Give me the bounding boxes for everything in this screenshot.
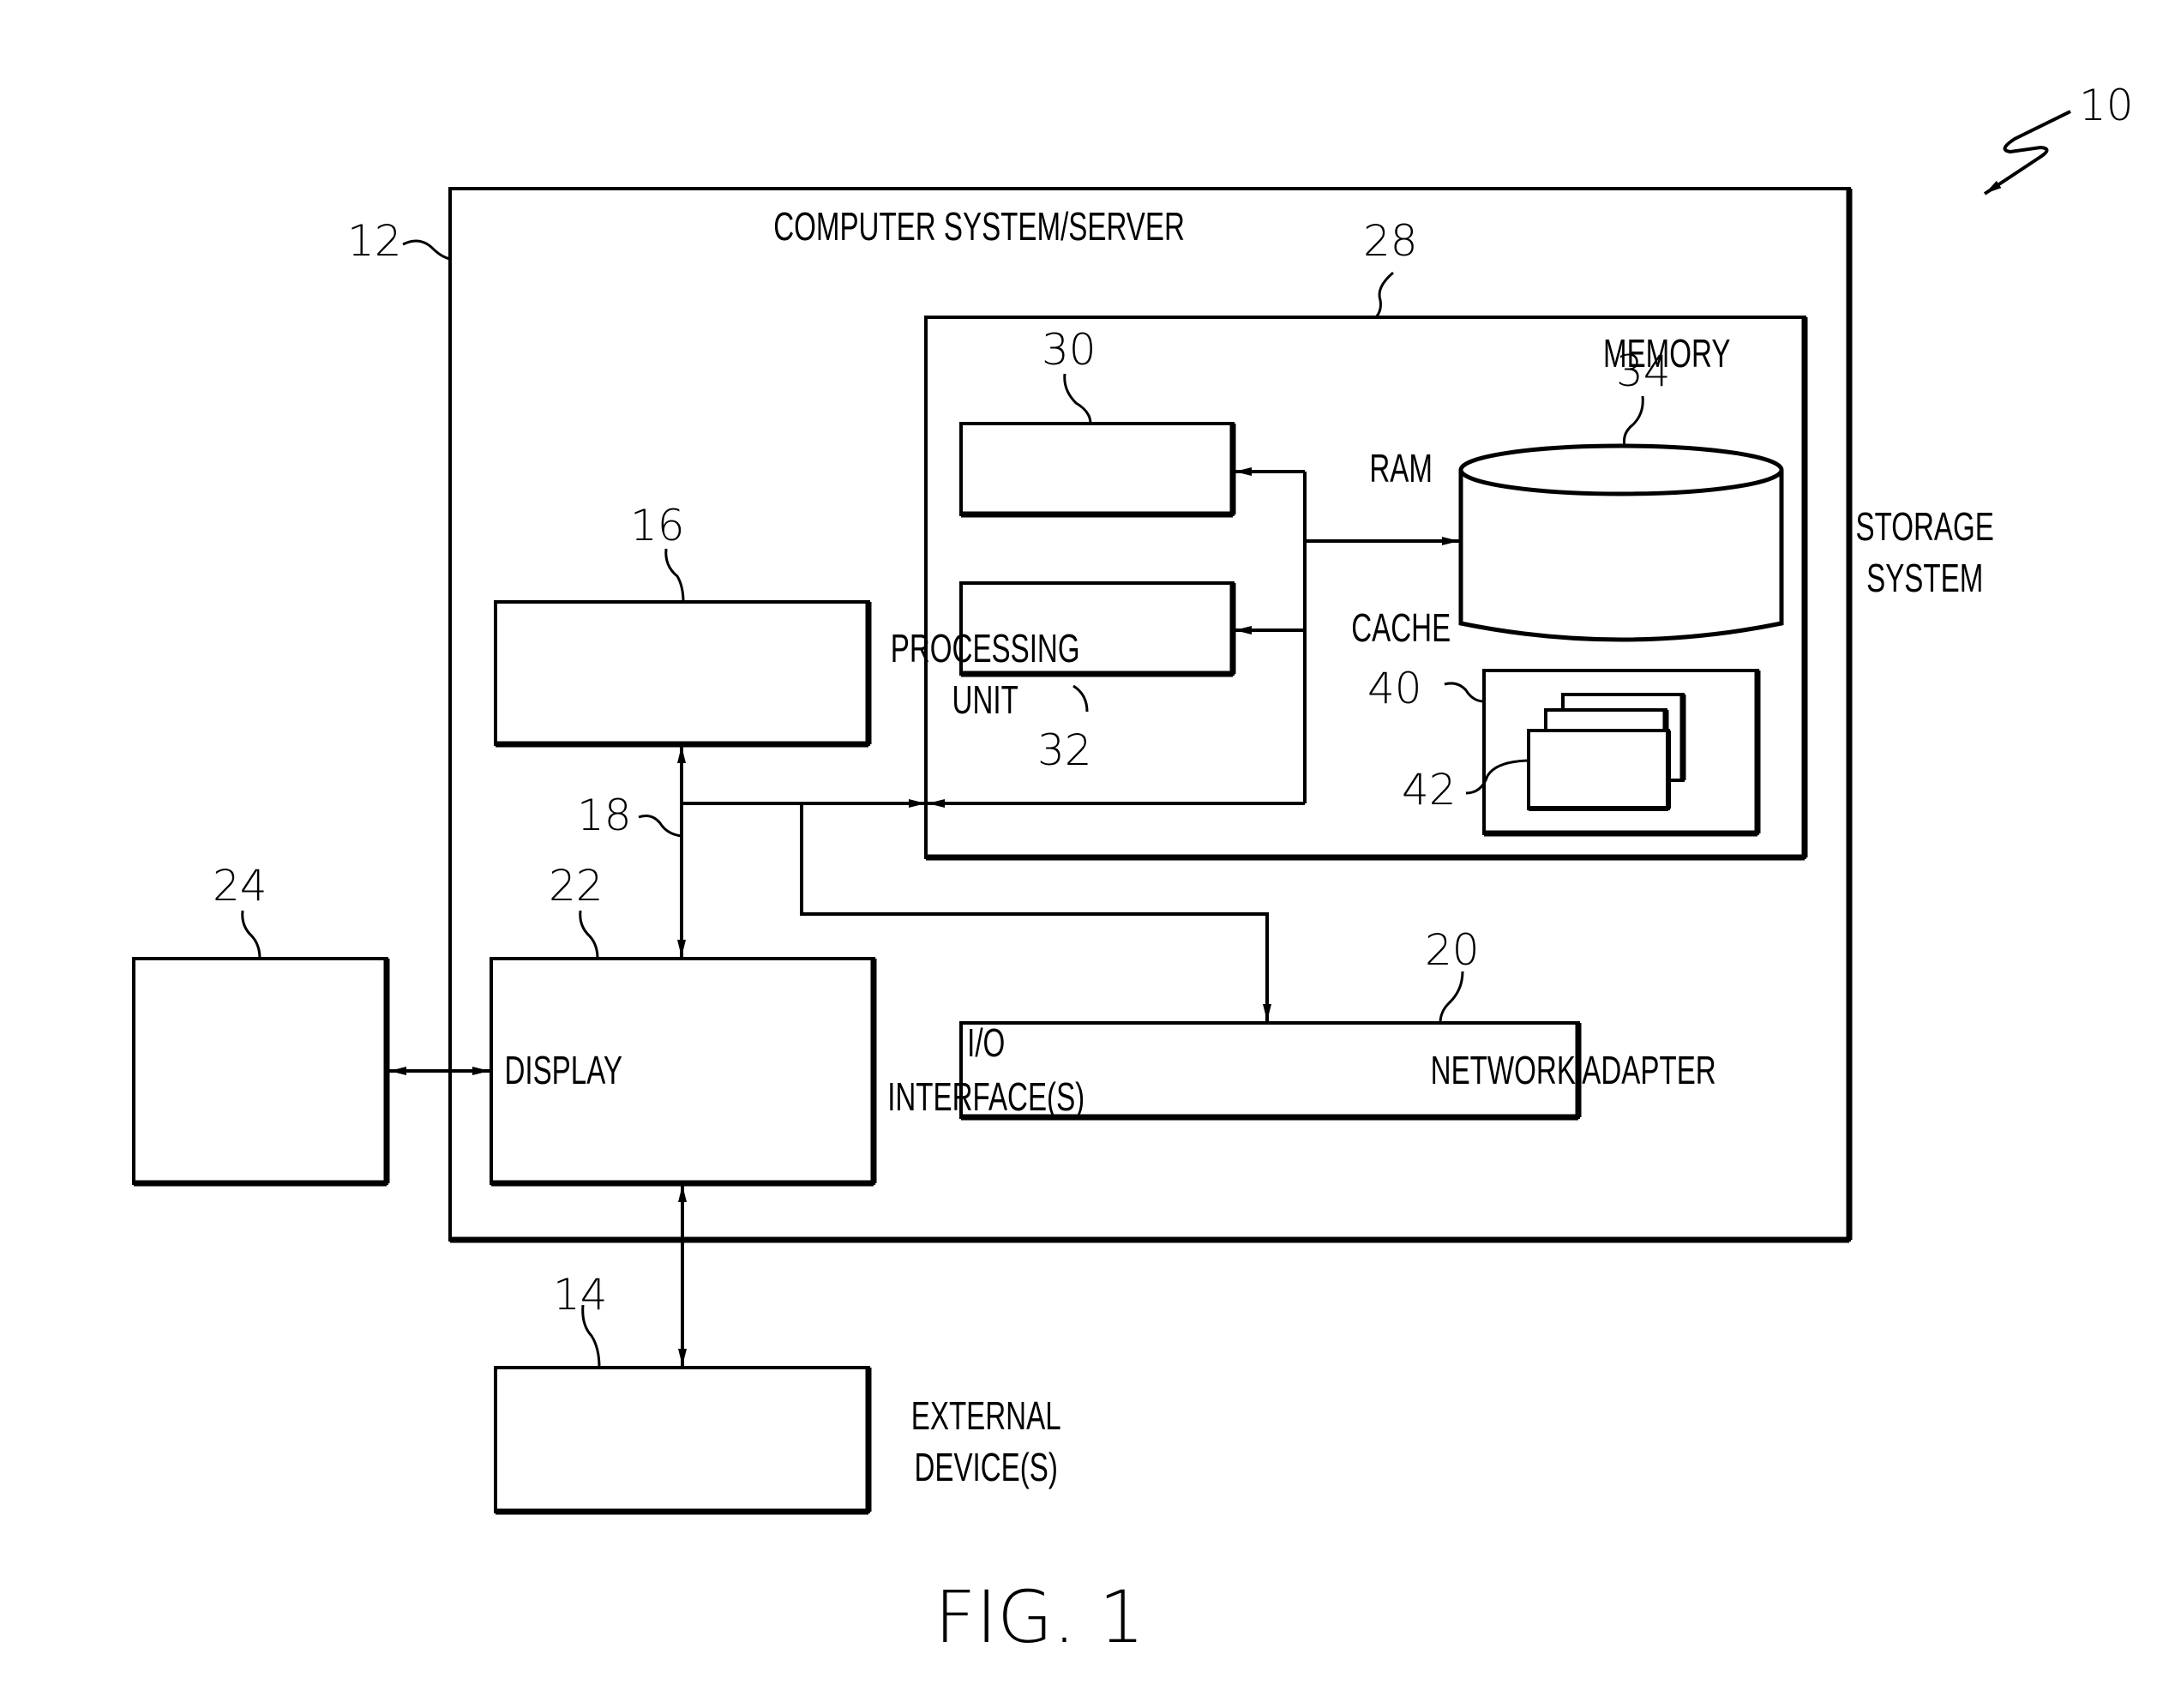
ref-18: 18 [577, 791, 632, 840]
display-label: DISPLAY [504, 1049, 622, 1092]
ref-10: 10 [2079, 81, 2134, 130]
ref-24: 24 [213, 861, 267, 911]
io-interface-line1: I/O [967, 1022, 1005, 1065]
external-devices-box: EXTERNAL DEVICE(S) 14 [494, 1185, 1061, 1515]
processing-unit-line2: UNIT [952, 679, 1018, 722]
program-module-stack [1527, 693, 1686, 811]
computer-system-title: COMPUTER SYSTEM/SERVER [773, 206, 1185, 249]
ref-34: 34 [1616, 346, 1671, 396]
system-reference: 10 [1983, 81, 2134, 195]
leader-40 [1444, 682, 1485, 703]
ref-40: 40 [1367, 664, 1422, 713]
patent-figure: 10 COMPUTER SYSTEM/SERVER 12 MEMORY 28 R… [0, 0, 2169, 1708]
external-devices-line1: EXTERNAL [911, 1395, 1061, 1438]
ref-16: 16 [630, 501, 685, 550]
storage-label-line1: STORAGE [1856, 506, 1994, 549]
network-adapter-label: NETWORK ADAPTER [1431, 1049, 1716, 1092]
leader-30 [1063, 373, 1092, 424]
leader-34 [1623, 395, 1644, 447]
external-devices-line2: DEVICE(S) [914, 1446, 1057, 1489]
leader-16 [664, 548, 685, 603]
io-interface-line2: INTERFACE(S) [887, 1076, 1084, 1119]
cache-label: CACHE [1351, 607, 1451, 650]
ref-42: 42 [1402, 765, 1457, 815]
leader-42 [1465, 759, 1529, 795]
leader-28 [1374, 271, 1394, 318]
leader-24 [241, 910, 261, 959]
ref-22: 22 [549, 861, 604, 911]
leader-20 [1439, 971, 1464, 1024]
zigzag-arrow-icon [1983, 110, 2071, 195]
ram-box: RAM 30 [959, 325, 1433, 518]
figure-caption: FIG. 1 [934, 1575, 1145, 1659]
leader-22 [579, 910, 599, 959]
ref-12: 12 [347, 216, 402, 266]
ref-32: 32 [1037, 725, 1092, 775]
ram-label: RAM [1369, 448, 1433, 490]
program-utility-box: 40 42 [1367, 664, 1761, 837]
storage-label-line2: SYSTEM [1866, 557, 1983, 600]
leader-18 [638, 815, 682, 838]
leader-32 [1072, 684, 1089, 713]
diagram-svg: 10 COMPUTER SYSTEM/SERVER 12 MEMORY 28 R… [132, 81, 2134, 1659]
storage-system-cylinder: STORAGE SYSTEM 34 [1458, 346, 1994, 642]
ref-28: 28 [1363, 216, 1418, 266]
processing-unit-box: PROCESSING UNIT 16 [494, 501, 1080, 748]
ref-14: 14 [553, 1270, 608, 1320]
processing-unit-line1: PROCESSING [891, 628, 1080, 671]
leader-12 [402, 239, 451, 261]
ref-20: 20 [1425, 925, 1480, 975]
system-bus: 18 [577, 746, 1271, 1021]
ref-30: 30 [1042, 325, 1097, 375]
